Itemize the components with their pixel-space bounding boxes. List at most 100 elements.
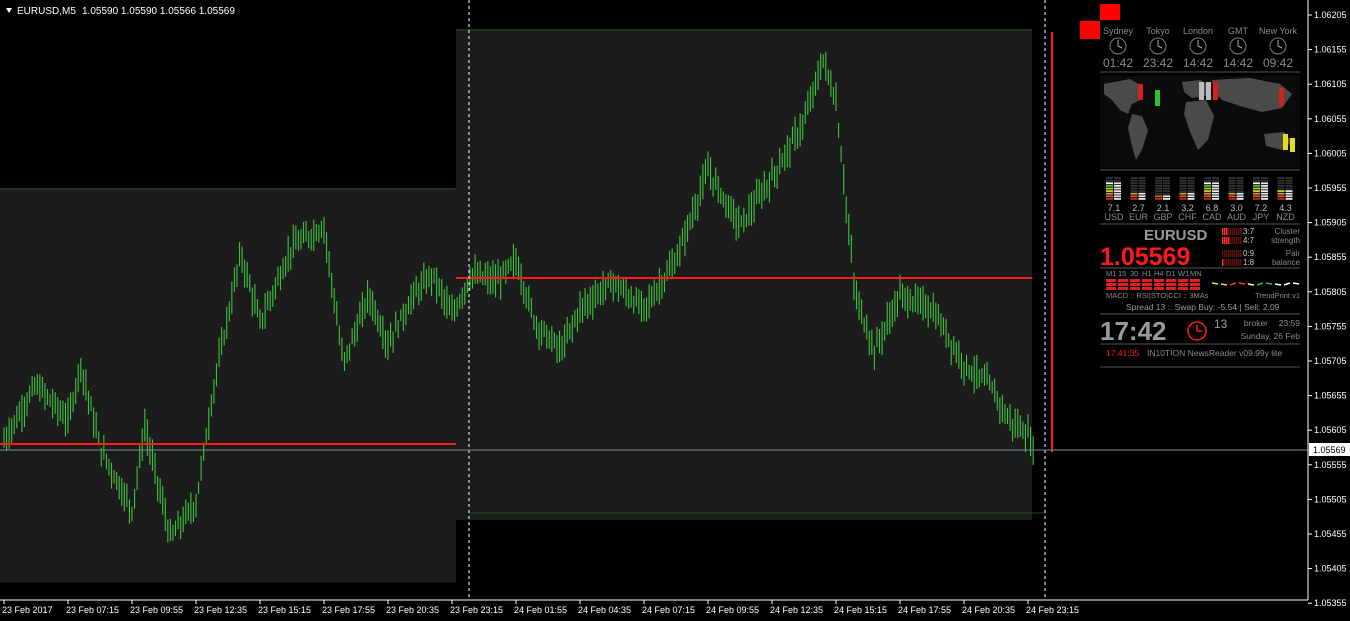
ratio-segment <box>1232 259 1234 266</box>
timeframe-label: D1 <box>1166 269 1176 278</box>
trendprint-mark <box>1274 283 1282 286</box>
price-chart[interactable]: 1.06205 1.06155 1.06105 1.06055 1.06005 1.059… <box>0 0 1350 621</box>
strength-chf: 3.2CHF <box>1178 177 1197 222</box>
seconds-counter: 13 <box>1214 317 1228 331</box>
strength-currency: CHF <box>1178 212 1197 222</box>
ratio-segment <box>1236 250 1238 257</box>
ratio-segment <box>1240 237 1242 244</box>
current-price-value: 1.05569 <box>1313 445 1346 455</box>
price-tick-label: 1.06055 <box>1314 114 1347 124</box>
price-tick-label: 1.06105 <box>1314 79 1347 89</box>
signal-cell <box>1130 279 1140 282</box>
ratio-segment <box>1224 237 1226 244</box>
ratio-segment <box>1238 259 1240 266</box>
ratio-segment <box>1232 250 1234 257</box>
status-square <box>1100 4 1120 20</box>
strength-currency: GBP <box>1153 212 1172 222</box>
pair-price: 1.05569 <box>1100 243 1190 271</box>
price-tick-label: 1.06205 <box>1314 10 1347 20</box>
local-time: 17:42 <box>1100 316 1167 346</box>
strength-currency: JPY <box>1253 212 1270 222</box>
price-tick-label: 1.05355 <box>1314 598 1347 608</box>
trendprint-mark <box>1265 282 1273 285</box>
ratio-segment <box>1226 259 1228 266</box>
price-tick-label: 1.05505 <box>1314 494 1347 504</box>
clock-city: GMT <box>1228 26 1248 36</box>
ratio-segment <box>1230 250 1232 257</box>
strength-nzd: 4.3NZD <box>1276 177 1295 222</box>
ratio-segment <box>1222 228 1224 235</box>
ratio-segment <box>1240 250 1242 257</box>
ratio-segment <box>1224 228 1226 235</box>
ratio-segment <box>1228 228 1230 235</box>
signal-cell <box>1166 279 1176 282</box>
ratio-value: 1:8 <box>1243 258 1255 267</box>
ratio-segment <box>1222 237 1224 244</box>
strength-currency: USD <box>1104 212 1124 222</box>
signal-cell <box>1166 283 1176 286</box>
signal-cell <box>1154 279 1164 282</box>
spread-swap-info: Spread 13 :: Swap Buy: -5.54 | Sell: 2.0… <box>1126 302 1280 312</box>
time-tick-label: 23 Feb 07:15 <box>66 605 119 615</box>
clock-time: 09:42 <box>1263 56 1293 70</box>
trendprint-mark <box>1238 282 1246 285</box>
status-square <box>1080 21 1100 39</box>
time-tick-label: 24 Feb 15:15 <box>834 605 887 615</box>
time-tick-label: 23 Feb 09:55 <box>130 605 183 615</box>
price-tick-label: 1.05605 <box>1314 425 1347 435</box>
session-box <box>456 28 1032 521</box>
price-tick-label: 1.05755 <box>1314 321 1347 331</box>
ratio-segment <box>1226 228 1228 235</box>
ratio-value: 3:7 <box>1243 227 1255 236</box>
signal-cell <box>1154 287 1164 290</box>
ohlc-values: 1.05590 1.05590 1.05566 1.05569 <box>82 6 235 17</box>
ratio-segment <box>1222 259 1224 266</box>
ratio-segment <box>1238 237 1240 244</box>
day-label: Sunday, 26 Feb <box>1241 331 1301 341</box>
timeframe-label: W1 <box>1178 269 1189 278</box>
time-tick-label: 24 Feb 12:35 <box>770 605 823 615</box>
ratio-segment <box>1240 259 1242 266</box>
time-tick-label: 24 Feb 07:15 <box>642 605 695 615</box>
time-tick-label: 24 Feb 04:35 <box>578 605 631 615</box>
ratio-segment <box>1234 250 1236 257</box>
signal-cell <box>1154 283 1164 286</box>
timeframe-label: H4 <box>1154 269 1164 278</box>
ratio-segment <box>1224 250 1226 257</box>
strength-currency: NZD <box>1276 212 1295 222</box>
price-tick-label: 1.05655 <box>1314 391 1347 401</box>
session-box <box>0 188 456 583</box>
time-tick-label: 23 Feb 20:35 <box>386 605 439 615</box>
price-tick-label: 1.05905 <box>1314 218 1347 228</box>
cluster-label: Cluster <box>1275 227 1301 236</box>
trendprint-mark <box>1220 283 1228 286</box>
ratio-segment <box>1230 228 1232 235</box>
time-tick-label: 23 Feb 15:15 <box>258 605 311 615</box>
price-tick-label: 1.05855 <box>1314 252 1347 262</box>
signal-cell <box>1178 279 1188 282</box>
pair-symbol: EURUSD <box>1144 227 1208 244</box>
timeframe-label: MN <box>1190 269 1202 278</box>
ratio-segment <box>1234 237 1236 244</box>
pair-balance-label: Pair <box>1286 249 1301 258</box>
timeframe-label: M1 <box>1106 269 1116 278</box>
trendprint-mark <box>1211 282 1219 285</box>
time-tick-label: 24 Feb 20:35 <box>962 605 1015 615</box>
clock-time: 01:42 <box>1103 56 1133 70</box>
price-tick-label: 1.05955 <box>1314 183 1347 193</box>
signal-cell <box>1106 283 1116 286</box>
signal-cell <box>1190 287 1200 290</box>
signal-cell <box>1142 279 1152 282</box>
news-time: 17:41:35 <box>1106 348 1139 358</box>
time-tick-label: 23 Feb 23:15 <box>450 605 503 615</box>
newsreader-label: IN10TION NewsReader v09.99y lite <box>1147 348 1282 358</box>
strength-currency: EUR <box>1129 212 1149 222</box>
broker-label: broker <box>1244 318 1268 328</box>
time-tick-label: 23 Feb 17:55 <box>322 605 375 615</box>
signal-cell <box>1142 283 1152 286</box>
strength-jpy: 7.2JPY <box>1253 177 1270 222</box>
ratio-segment <box>1226 250 1228 257</box>
trendprint-label: TrendPrint.v1 <box>1255 291 1300 300</box>
signal-cell <box>1190 283 1200 286</box>
time-tick-label: 24 Feb 23:15 <box>1026 605 1079 615</box>
